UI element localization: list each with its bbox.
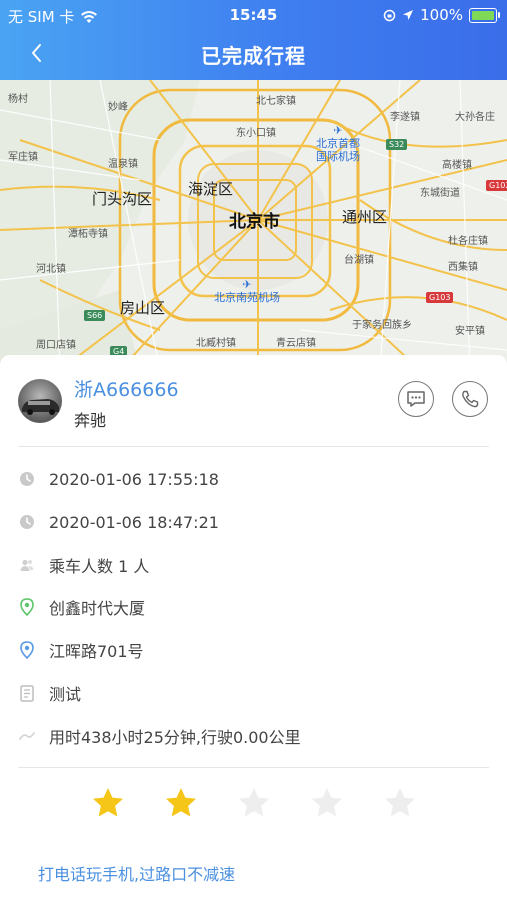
map-town: 北七家镇 (256, 96, 296, 107)
message-button[interactable] (398, 381, 434, 417)
page-title: 已完成行程 (201, 44, 306, 68)
map-town: 东城街道 (420, 188, 460, 199)
map-town: 大孙各庄 (455, 112, 495, 123)
orientation-lock-icon (383, 9, 396, 21)
route-map[interactable]: 北京市 海淀区 通州区 门头沟区 房山区 ✈ 北京首都 国际机场 ✈ 北京南苑机… (0, 80, 507, 370)
star-icon[interactable] (382, 785, 418, 821)
airplane-icon: ✈ (242, 278, 252, 291)
divider (18, 767, 489, 768)
passenger-count: 乘车人数 1 人 (49, 557, 150, 576)
map-town: 温泉镇 (108, 159, 138, 170)
map-airport-capital: ✈ 北京首都 国际机场 (316, 124, 360, 163)
battery-percent: 100% (420, 6, 463, 24)
rating-comment: 打电话玩手机,过路口不减速 (38, 865, 236, 884)
map-town: 杜各庄镇 (448, 236, 488, 247)
origin-row: 创鑫时代大厦 (18, 592, 488, 622)
clock-icon (18, 470, 36, 488)
note-icon (18, 684, 36, 702)
message-icon (407, 391, 425, 407)
map-town: 北臧村镇 (196, 338, 236, 349)
origin-address: 创鑫时代大厦 (49, 599, 146, 618)
map-label-haidian: 海淀区 (188, 180, 234, 198)
battery-icon (469, 7, 500, 23)
map-airport-nanyuan-label: 北京南苑机场 (214, 291, 280, 304)
status-bar: 无 SIM 卡 15:45 100% (0, 0, 507, 30)
car-icon (22, 399, 59, 415)
clock-icon (18, 513, 36, 531)
route-icon (18, 727, 36, 745)
map-label-tongzhou: 通州区 (342, 208, 388, 226)
passengers-row: 乘车人数 1 人 (18, 550, 488, 580)
trip-summary: 用时438小时25分钟,行驶0.00公里 (49, 728, 301, 747)
map-town: 潭柘寺镇 (68, 229, 108, 240)
map-airport-nanyuan: ✈ 北京南苑机场 (214, 278, 280, 304)
car-avatar (18, 379, 62, 423)
map-label-mentougou: 门头沟区 (92, 190, 153, 208)
map-town: 青云店镇 (276, 338, 316, 349)
trip-detail-card: 浙A666666 奔驰 2020-01-06 17:55:18 2020-01-… (0, 355, 507, 900)
phone-icon (462, 390, 479, 408)
call-button[interactable] (452, 381, 488, 417)
map-town: 于家务回族乡 (352, 320, 412, 331)
map-road-shield: S66 (84, 310, 106, 321)
plate-number: 浙A666666 (74, 379, 179, 401)
car-brand: 奔驰 (74, 411, 107, 430)
driver-info: 浙A666666 奔驰 (18, 375, 488, 445)
map-town: 东小口镇 (236, 128, 276, 139)
note-row: 测试 (18, 678, 488, 708)
people-icon (18, 556, 36, 574)
origin-pin-icon (18, 598, 36, 616)
map-town: 妙峰 (108, 102, 128, 113)
airplane-icon: ✈ (333, 124, 343, 137)
trip-note: 测试 (49, 685, 82, 704)
map-road-shield: S32 (386, 139, 408, 150)
rating-stars (90, 785, 420, 825)
map-town: 台湖镇 (344, 255, 374, 266)
map-town: 西集镇 (448, 262, 478, 273)
end-time-row: 2020-01-06 18:47:21 (18, 507, 488, 537)
map-town: 河北镇 (36, 264, 66, 275)
star-icon[interactable] (309, 785, 345, 821)
destination-row: 江晖路701号 (18, 635, 488, 665)
map-road-shield: G102 (486, 180, 507, 191)
star-icon[interactable] (236, 785, 272, 821)
map-label-fangshan: 房山区 (120, 299, 166, 317)
map-town: 杨村 (8, 94, 28, 105)
map-town: 安平镇 (455, 326, 485, 337)
end-time: 2020-01-06 18:47:21 (49, 512, 219, 532)
map-town: 李遂镇 (390, 112, 420, 123)
start-time-row: 2020-01-06 17:55:18 (18, 464, 488, 494)
map-road-shield: G103 (426, 292, 454, 303)
nav-bar: 已完成行程 (0, 30, 507, 76)
destination-pin-icon (18, 641, 36, 659)
summary-row: 用时438小时25分钟,行驶0.00公里 (18, 721, 488, 751)
map-label-beijing: 北京市 (229, 212, 280, 232)
map-airport-capital-label: 北京首都 国际机场 (316, 137, 360, 163)
divider (18, 446, 489, 447)
map-town: 军庄镇 (8, 152, 38, 163)
map-town: 高楼镇 (442, 160, 472, 171)
start-time: 2020-01-06 17:55:18 (49, 469, 219, 489)
map-town: 周口店镇 (36, 340, 76, 351)
star-icon[interactable] (90, 785, 126, 821)
star-icon[interactable] (163, 785, 199, 821)
destination-address: 江晖路701号 (49, 642, 144, 661)
location-arrow-icon (403, 10, 414, 20)
header-bar: 无 SIM 卡 15:45 100% 已完成行程 (0, 0, 507, 80)
